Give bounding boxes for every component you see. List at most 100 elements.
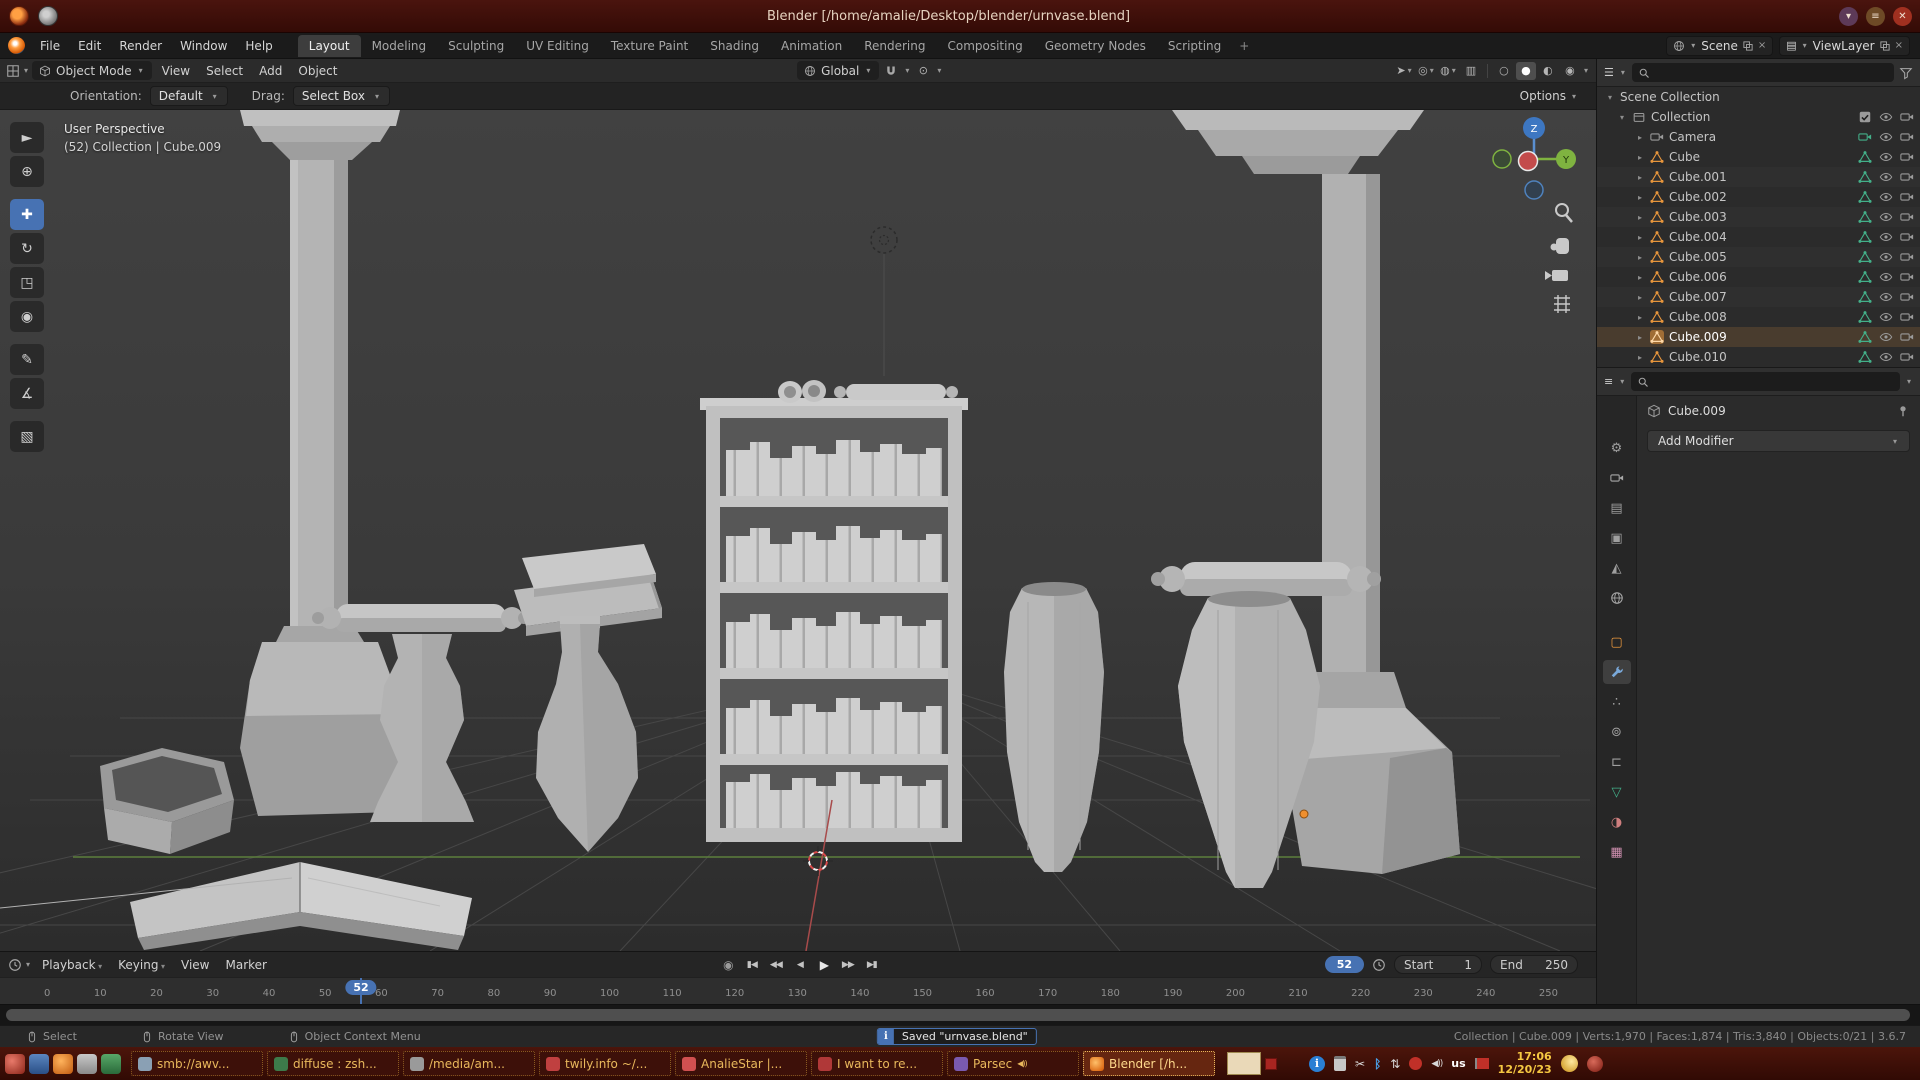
bluetooth-tray-icon[interactable]: ᛒ (1374, 1057, 1381, 1071)
night-mode-tray-icon[interactable] (1561, 1055, 1578, 1072)
camera-visibility-icon[interactable] (1900, 170, 1914, 184)
info-tray-icon[interactable]: i (1309, 1056, 1325, 1072)
timeline-menu-item[interactable]: Marker (217, 956, 274, 974)
network-tray-icon[interactable]: ⇅ (1390, 1057, 1400, 1071)
options-dropdown[interactable]: Options▾ (1520, 89, 1578, 103)
transform-tool[interactable]: ◉ (10, 301, 44, 332)
eye-icon[interactable] (1879, 310, 1893, 324)
workspace-tab[interactable]: + (1232, 35, 1256, 57)
properties-tab-render[interactable] (1603, 466, 1631, 490)
shading-solid-icon[interactable]: ● (1516, 62, 1536, 80)
rolling-pin-left-object[interactable] (312, 604, 530, 632)
taskbar-window-button[interactable]: diffuse : zsh... (267, 1051, 399, 1076)
recording-tray-icon[interactable] (1409, 1057, 1422, 1070)
outliner-item-cube[interactable]: ▸ Cube.001 (1597, 167, 1920, 187)
camera-visibility-icon[interactable] (1900, 230, 1914, 244)
eye-icon[interactable] (1879, 290, 1893, 304)
camera-visibility-icon[interactable] (1900, 350, 1914, 364)
properties-tab-output[interactable]: ▤ (1603, 496, 1631, 520)
workspace-tab[interactable]: Animation (770, 35, 853, 57)
menu-item[interactable]: File (31, 36, 69, 56)
gizmo-dropdown-icon[interactable]: ◎▾ (1417, 62, 1437, 80)
orientation-dropdown[interactable]: Default▾ (150, 86, 228, 106)
expand-arrow-icon[interactable]: ▸ (1635, 273, 1645, 282)
launcher-icon-5[interactable] (101, 1054, 121, 1074)
eye-icon[interactable] (1879, 130, 1893, 144)
properties-tab-object-data[interactable]: ▽ (1603, 780, 1631, 804)
scissors-tray-icon[interactable]: ✂ (1355, 1057, 1365, 1071)
shading-wireframe-icon[interactable]: ○ (1494, 62, 1514, 80)
keyboard-layout-indicator[interactable]: us (1451, 1057, 1465, 1070)
checkbox-icon[interactable] (1858, 110, 1872, 124)
workspace-tab[interactable]: Texture Paint (600, 35, 699, 57)
add-cube-tool[interactable]: ▧ (10, 421, 44, 452)
measure-tool[interactable]: ∡ (10, 378, 44, 409)
prev-keyframe-button[interactable]: ◀◀ (765, 956, 787, 974)
expand-arrow-icon[interactable]: ▸ (1635, 133, 1645, 142)
overlays-dropdown-icon[interactable]: ◍▾ (1439, 62, 1459, 80)
camera-visibility-icon[interactable] (1900, 130, 1914, 144)
launcher-icon-1[interactable] (5, 1054, 25, 1074)
expand-arrow-icon[interactable]: ▸ (1635, 193, 1645, 202)
properties-tab-object[interactable]: ▢ (1603, 630, 1631, 654)
launcher-icon-4[interactable] (77, 1054, 97, 1074)
outliner-item-cube[interactable]: ▸ Cube.007 (1597, 287, 1920, 307)
outliner-item-cube[interactable]: ▸ Cube.008 (1597, 307, 1920, 327)
workspace-pager[interactable] (1227, 1052, 1261, 1075)
transform-orientation-selector[interactable]: Global ▾ (797, 61, 879, 80)
expand-arrow-icon[interactable]: ▸ (1635, 153, 1645, 162)
menu-item[interactable]: Window (171, 36, 236, 56)
shading-rendered-icon[interactable]: ◉ (1560, 62, 1580, 80)
workspace-tab[interactable]: Modeling (361, 35, 438, 57)
window-titlebar[interactable]: Blender [/home/amalie/Desktop/blender/ur… (0, 0, 1920, 33)
viewport-menu-item[interactable]: Add (251, 62, 290, 80)
viewport-menu-item[interactable]: Select (198, 62, 251, 80)
eye-icon[interactable] (1879, 170, 1893, 184)
workspace-tab[interactable]: Geometry Nodes (1034, 35, 1157, 57)
horizontal-scrollbar[interactable] (0, 1004, 1920, 1025)
outliner-item-cube[interactable]: ▸ Cube.002 (1597, 187, 1920, 207)
properties-tab-material[interactable]: ◑ (1603, 810, 1631, 834)
gizmo-axis-neg-y[interactable] (1493, 150, 1511, 168)
orthographic-grid-icon[interactable] (1554, 295, 1570, 313)
workspace-tab[interactable]: Layout (298, 35, 361, 57)
remove-viewlayer-icon[interactable]: × (1895, 40, 1903, 51)
eye-icon[interactable] (1879, 150, 1893, 164)
viewport-menu-item[interactable]: Object (290, 62, 345, 80)
camera-visibility-icon[interactable] (1900, 290, 1914, 304)
mode-selector[interactable]: Object Mode ▾ (32, 61, 152, 80)
outliner-item-cube[interactable]: ▸ Cube (1597, 147, 1920, 167)
shading-dropdown-icon[interactable]: ▾ (1584, 66, 1588, 75)
shading-material-icon[interactable]: ◐ (1538, 62, 1558, 80)
camera-visibility-icon[interactable] (1900, 190, 1914, 204)
expand-arrow-icon[interactable]: ▾ (1617, 113, 1627, 122)
playhead-frame-badge[interactable]: 52 (345, 980, 376, 995)
eye-icon[interactable] (1879, 210, 1893, 224)
camera-visibility-icon[interactable] (1900, 210, 1914, 224)
timeline-menu-item[interactable]: Keying (110, 956, 173, 974)
filter-icon[interactable] (1899, 66, 1913, 80)
properties-editor-icon[interactable]: ≡ (1604, 375, 1613, 388)
outliner-item-camera[interactable]: ▸ Camera (1597, 127, 1920, 147)
unlink-scene-icon[interactable]: × (1758, 40, 1766, 51)
add-modifier-button[interactable]: Add Modifier ▾ (1647, 430, 1910, 452)
properties-tab-texture[interactable]: ▦ (1603, 840, 1631, 864)
pin-icon[interactable] (1896, 404, 1910, 418)
viewlayer-selector[interactable]: ▤▾ ViewLayer × (1779, 36, 1910, 56)
expand-arrow-icon[interactable]: ▸ (1635, 353, 1645, 362)
workspace-tab[interactable]: Sculpting (437, 35, 515, 57)
scale-tool[interactable]: ◳ (10, 267, 44, 298)
properties-tab-modifiers[interactable] (1603, 660, 1631, 684)
scrollbar-thumb[interactable] (6, 1009, 1910, 1021)
properties-tab-world[interactable] (1603, 586, 1631, 610)
cursor-tool[interactable]: ⊕ (10, 156, 44, 187)
expand-arrow-icon[interactable]: ▸ (1635, 333, 1645, 342)
workspace-tab[interactable]: Rendering (853, 35, 936, 57)
jump-to-start-button[interactable]: ▮◀ (741, 956, 763, 974)
eye-icon[interactable] (1879, 330, 1893, 344)
menu-item[interactable]: Render (110, 36, 171, 56)
menu-item[interactable]: Edit (69, 36, 110, 56)
workspace-tab[interactable]: Compositing (936, 35, 1033, 57)
window-shade-button[interactable]: ▾ (1839, 7, 1858, 26)
eye-icon[interactable] (1879, 110, 1893, 124)
